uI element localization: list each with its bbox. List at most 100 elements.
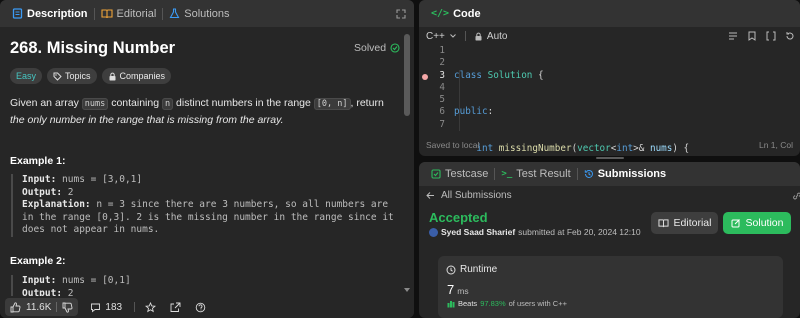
brackets-icon[interactable] (766, 31, 776, 41)
beats-row: Beats 97.83% of users with C++ (447, 299, 567, 308)
problem-title: 268. Missing Number (10, 39, 176, 57)
auto-mode[interactable]: Auto (474, 30, 508, 42)
panel-menu-icons[interactable] (396, 8, 414, 19)
output-label: Output: (22, 186, 63, 198)
code-line: public: (454, 106, 494, 118)
book-icon (657, 219, 669, 228)
star-icon[interactable] (145, 301, 157, 313)
auto-label: Auto (486, 30, 508, 42)
expand-icon[interactable] (396, 8, 406, 19)
thumbs-up-icon[interactable] (10, 301, 21, 313)
tab-description[interactable]: Description (6, 0, 94, 27)
editor-actions (728, 31, 800, 41)
share-icon[interactable] (170, 302, 181, 313)
description-panel: Description Editorial Solutions 268. Mis… (0, 0, 414, 318)
chevron-down-icon (450, 34, 456, 38)
back-label: All Submissions (441, 190, 512, 201)
input-value: nums = [0,1] (56, 275, 131, 286)
input-value: nums = [3,0,1] (56, 174, 143, 185)
runtime-card[interactable]: Runtime 7 ms Beats 97.83% of users with … (438, 256, 783, 318)
output-value: 2 (62, 186, 74, 198)
help-icon[interactable] (195, 302, 206, 313)
avatar[interactable] (429, 227, 438, 237)
editor-statusbar: Saved to local Ln 1, Col (419, 138, 800, 152)
description-tabbar: Description Editorial Solutions (0, 0, 414, 27)
example-2-heading: Example 2: (10, 255, 66, 267)
tab-description-label: Description (27, 7, 88, 20)
code-n: n (162, 98, 174, 110)
tab-test-result-label: Test Result (516, 168, 571, 180)
edit-icon (731, 219, 740, 228)
flask-icon (169, 8, 180, 19)
user-name[interactable]: Syed Saad Sharief (441, 227, 515, 237)
back-to-submissions[interactable]: All Submissions (426, 190, 512, 201)
reset-icon[interactable] (785, 31, 795, 41)
bookmark-icon[interactable] (747, 31, 757, 41)
comments-button[interactable]: 183 (86, 302, 122, 313)
desc-emphasis: the only number in the range that is mis… (10, 114, 284, 126)
code-panel: </> Code C++ Auto 1 2 3 4 5 6 7 class So… (419, 0, 800, 156)
tab-solutions-label: Solutions (184, 7, 230, 20)
tag-row: Easy Topics Companies (10, 68, 172, 84)
solved-status: Solved (354, 42, 400, 54)
topics-label: Topics (65, 71, 91, 81)
save-status: Saved to local (426, 140, 480, 150)
tab-submissions[interactable]: Submissions (578, 162, 672, 186)
editorial-button-label: Editorial (673, 217, 712, 229)
problem-description: Given an array nums containing n distinc… (10, 95, 396, 128)
input-label: Input: (22, 275, 57, 286)
example-1-block: Input: nums = [3,0,1] Output: 2 Explanat… (11, 174, 397, 237)
like-dislike-group: 11.6K (5, 298, 79, 316)
submission-meta: Syed Saad Sharief submitted at Feb 20, 2… (429, 227, 641, 237)
tab-testcase[interactable]: Testcase (425, 162, 494, 186)
solved-label: Solved (354, 42, 387, 54)
comment-icon (91, 303, 101, 312)
topics-tag[interactable]: Topics (47, 68, 97, 84)
clock-icon (446, 265, 456, 274)
companies-tag[interactable]: Companies (101, 68, 172, 84)
code-nums: nums (81, 98, 109, 110)
thumbs-down-icon[interactable] (62, 302, 73, 313)
desc-text: , return (350, 97, 384, 109)
tab-solutions[interactable]: Solutions (163, 0, 235, 27)
tab-editorial-label: Editorial (116, 7, 157, 20)
panel-splitter[interactable] (596, 157, 624, 159)
tab-test-result[interactable]: >_ Test Result (495, 162, 576, 186)
history-icon (584, 169, 593, 178)
beats-label: Beats (458, 299, 478, 308)
desc-text: Given an array (10, 97, 82, 109)
code-range: [0, n] (313, 98, 351, 110)
tab-editorial[interactable]: Editorial (95, 0, 163, 27)
text-format-icon[interactable] (728, 31, 738, 41)
code-editor[interactable]: 1 2 3 4 5 6 7 class Solution { public: i… (419, 45, 800, 154)
desc-text: distinct numbers in the range (173, 97, 314, 109)
check-circle-icon (390, 43, 400, 53)
solution-button[interactable]: Solution (723, 212, 791, 234)
beats-icon (447, 300, 455, 307)
editorial-button[interactable]: Editorial (651, 212, 718, 234)
tab-testcase-label: Testcase (445, 168, 489, 180)
line-numbers: 1 2 3 4 5 6 7 (419, 45, 445, 131)
line-number: 2 (439, 57, 445, 69)
line-number: 3 (439, 69, 445, 81)
language-select[interactable]: C++ (426, 31, 457, 42)
submission-status: Accepted (429, 210, 488, 225)
vertical-guide (459, 70, 460, 131)
runtime-label: Runtime (460, 264, 498, 275)
difficulty-badge[interactable]: Easy (10, 68, 43, 84)
code-toolbar: C++ Auto (419, 27, 800, 45)
tab-submissions-label: Submissions (597, 168, 667, 180)
tab-code[interactable]: </> Code (425, 0, 487, 27)
beats-value: 97.83% (480, 299, 506, 308)
beats-suffix: of users with C++ (508, 299, 567, 308)
cursor-position: Ln 1, Col (758, 140, 793, 150)
scrollbar-thumb[interactable] (404, 34, 410, 116)
document-icon (12, 8, 23, 19)
terminal-icon: >_ (501, 169, 513, 179)
link-icon[interactable] (792, 191, 800, 201)
tab-code-label: Code (453, 7, 481, 20)
book-icon (100, 9, 113, 19)
description-scrollbar[interactable] (403, 30, 411, 292)
line-number: 4 (439, 81, 445, 93)
checkbox-icon (431, 169, 441, 179)
